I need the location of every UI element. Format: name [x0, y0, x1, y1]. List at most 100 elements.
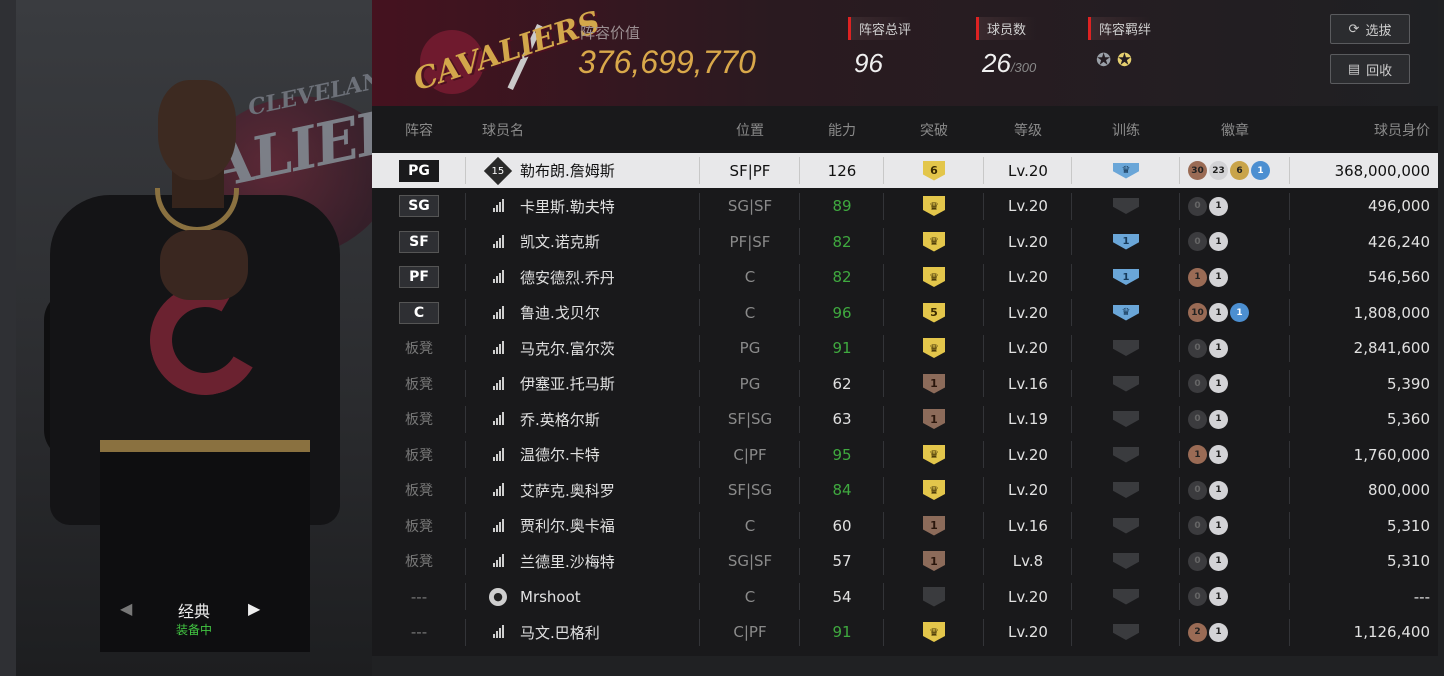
position-slot[interactable]: SF: [399, 230, 439, 253]
bench-slot[interactable]: 板凳: [405, 445, 433, 465]
col-breakthrough[interactable]: 突破: [884, 116, 984, 144]
position-slot[interactable]: PF: [399, 266, 439, 288]
select-button[interactable]: ⟳ 选拔: [1330, 14, 1410, 44]
player-name[interactable]: 艾萨克.奥科罗: [520, 480, 615, 501]
badge-medal-icon[interactable]: 0: [1188, 196, 1207, 216]
training-empty-icon[interactable]: [1113, 517, 1139, 534]
table-row[interactable]: SF 凯文.诺克斯 PF|SF 82 ♛ Lv.20 1 0 1 426,240: [372, 224, 1438, 259]
col-lineup[interactable]: 阵容: [372, 116, 466, 144]
empty-slot[interactable]: ---: [411, 623, 427, 641]
next-style-arrow-icon[interactable]: ▶: [248, 599, 260, 618]
breakthrough-shield-icon[interactable]: ♛: [923, 480, 945, 500]
badge-medal-icon[interactable]: 1: [1230, 303, 1249, 322]
table-row[interactable]: 板凳 艾萨克.奥科罗 SF|SG 84 ♛ Lv.20 0 1 800,000: [372, 473, 1438, 508]
player-name[interactable]: 勒布朗.詹姆斯: [520, 160, 615, 181]
badge-medal-icon[interactable]: 1: [1209, 480, 1228, 500]
table-row[interactable]: C 鲁迪.戈贝尔 C 96 5 Lv.20 ♛ 10 1 1 1,808,000: [372, 295, 1438, 330]
badge-medal-icon[interactable]: 23: [1209, 161, 1228, 180]
player-name[interactable]: 德安德烈.乔丹: [520, 267, 615, 288]
breakthrough-shield-icon[interactable]: 1: [923, 409, 945, 429]
table-row[interactable]: 板凳 乔.英格尔斯 SF|SG 63 1 Lv.19 0 1 5,360: [372, 402, 1438, 437]
lineup-bond-stat[interactable]: 阵容羁绊 ✪ ✪: [1088, 17, 1152, 71]
badge-medal-icon[interactable]: 0: [1188, 480, 1207, 500]
badge-medal-icon[interactable]: 0: [1188, 409, 1207, 429]
bench-slot[interactable]: 板凳: [405, 480, 433, 500]
position-slot[interactable]: PG: [399, 159, 439, 182]
training-empty-icon[interactable]: [1113, 411, 1139, 427]
training-level-icon[interactable]: 1: [1113, 269, 1139, 285]
col-level[interactable]: 等级: [984, 116, 1072, 144]
badge-medal-icon[interactable]: 1: [1209, 516, 1228, 535]
breakthrough-shield-icon[interactable]: ♛: [923, 338, 945, 358]
training-empty-icon[interactable]: [1113, 198, 1139, 214]
badge-medal-icon[interactable]: 1: [1209, 196, 1228, 216]
table-row[interactable]: 板凳 温德尔.卡特 C|PF 95 ♛ Lv.20 1 1 1,760,000: [372, 437, 1438, 472]
breakthrough-shield-icon[interactable]: 1: [923, 551, 945, 571]
badge-medal-icon[interactable]: 1: [1209, 267, 1228, 287]
training-empty-icon[interactable]: [1113, 446, 1139, 463]
table-row[interactable]: --- ● Mrshoot C 54 Lv.20 0 1 ---: [372, 579, 1438, 614]
badge-medal-icon[interactable]: 1: [1209, 622, 1228, 642]
breakthrough-shield-icon[interactable]: 5: [923, 302, 945, 323]
training-empty-icon[interactable]: [1113, 340, 1139, 356]
bench-slot[interactable]: 板凳: [405, 374, 433, 394]
col-training[interactable]: 训练: [1072, 116, 1180, 144]
badge-medal-icon[interactable]: 1: [1209, 232, 1228, 251]
player-name[interactable]: Mrshoot: [520, 588, 581, 606]
breakthrough-shield-icon[interactable]: ♛: [923, 622, 945, 642]
badge-medal-icon[interactable]: 0: [1188, 551, 1207, 571]
badge-medal-icon[interactable]: 1: [1209, 587, 1228, 606]
table-row[interactable]: 板凳 伊塞亚.托马斯 PG 62 1 Lv.16 0 1 5,390: [372, 366, 1438, 401]
col-ability[interactable]: 能力: [800, 116, 884, 144]
player-name[interactable]: 马克尔.富尔茨: [520, 338, 615, 359]
breakthrough-shield-icon[interactable]: ♛: [923, 267, 945, 287]
badge-medal-icon[interactable]: 1: [1209, 303, 1228, 322]
training-empty-icon[interactable]: [1113, 553, 1139, 569]
training-crown-icon[interactable]: ♛: [1113, 162, 1139, 179]
prev-style-arrow-icon[interactable]: ◀: [120, 599, 132, 618]
bench-slot[interactable]: 板凳: [405, 551, 433, 571]
player-name[interactable]: 伊塞亚.托马斯: [520, 373, 615, 394]
training-empty-icon[interactable]: [1113, 588, 1139, 605]
badge-medal-icon[interactable]: 10: [1188, 303, 1207, 322]
badge-medal-icon[interactable]: 0: [1188, 587, 1207, 606]
badge-medal-icon[interactable]: 0: [1188, 374, 1207, 393]
badge-medal-icon[interactable]: 30: [1188, 161, 1207, 180]
badge-medal-icon[interactable]: 0: [1188, 232, 1207, 251]
bench-slot[interactable]: 板凳: [405, 516, 433, 536]
table-row[interactable]: 板凳 兰德里.沙梅特 SG|SF 57 1 Lv.8 0 1 5,310: [372, 544, 1438, 579]
badge-medal-icon[interactable]: 1: [1251, 161, 1270, 180]
badge-medal-icon[interactable]: 1: [1209, 409, 1228, 429]
col-name[interactable]: 球员名: [466, 116, 700, 144]
table-row[interactable]: PG 15 勒布朗.詹姆斯 SF|PF 126 6 Lv.20 ♛ 30 23 6 1 368,000,…: [372, 153, 1438, 188]
col-position[interactable]: 位置: [700, 116, 800, 144]
badge-medal-icon[interactable]: 1: [1209, 551, 1228, 571]
training-level-icon[interactable]: 1: [1113, 233, 1139, 250]
player-name[interactable]: 乔.英格尔斯: [520, 409, 600, 430]
player-portrait[interactable]: [40, 70, 370, 652]
badge-medal-icon[interactable]: 6: [1230, 161, 1249, 180]
training-crown-icon[interactable]: ♛: [1113, 304, 1139, 321]
player-name[interactable]: 卡里斯.勒夫特: [520, 196, 615, 217]
table-row[interactable]: 板凳 马克尔.富尔茨 PG 91 ♛ Lv.20 0 1 2,841,600: [372, 331, 1438, 366]
breakthrough-shield-icon[interactable]: ♛: [923, 444, 945, 465]
player-name[interactable]: 温德尔.卡特: [520, 444, 600, 465]
training-empty-icon[interactable]: [1113, 375, 1139, 392]
breakthrough-shield-icon[interactable]: 1: [923, 373, 945, 394]
badge-medal-icon[interactable]: 1: [1209, 374, 1228, 393]
badge-medal-icon[interactable]: 1: [1209, 338, 1228, 358]
player-name[interactable]: 马文.巴格利: [520, 622, 600, 643]
breakthrough-shield-icon[interactable]: [923, 586, 945, 607]
badge-medal-icon[interactable]: 2: [1188, 622, 1207, 642]
training-empty-icon[interactable]: [1113, 624, 1139, 640]
table-row[interactable]: 板凳 贾利尔.奥卡福 C 60 1 Lv.16 0 1 5,310: [372, 508, 1438, 543]
badge-medal-icon[interactable]: 1: [1209, 445, 1228, 464]
position-slot[interactable]: SG: [399, 195, 439, 217]
table-row[interactable]: SG 卡里斯.勒夫特 SG|SF 89 ♛ Lv.20 0 1 496,000: [372, 189, 1438, 224]
col-badges[interactable]: 徽章: [1180, 116, 1290, 144]
table-row[interactable]: --- 马文.巴格利 C|PF 91 ♛ Lv.20 2 1 1,126,400: [372, 615, 1438, 650]
player-name[interactable]: 贾利尔.奥卡福: [520, 515, 615, 536]
breakthrough-shield-icon[interactable]: ♛: [923, 231, 945, 252]
bench-slot[interactable]: 板凳: [405, 409, 433, 429]
breakthrough-shield-icon[interactable]: ♛: [923, 196, 945, 216]
